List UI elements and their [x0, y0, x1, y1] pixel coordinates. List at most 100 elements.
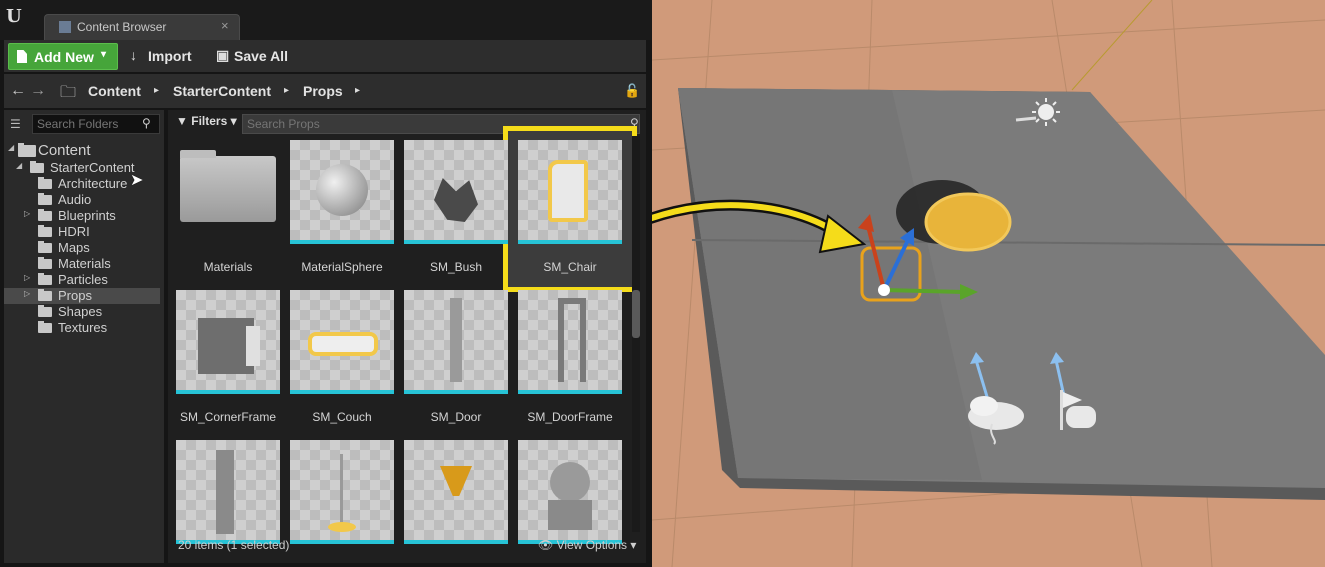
import-label: Import — [148, 48, 192, 64]
tree-item-label: Props — [58, 288, 92, 303]
add-new-button[interactable]: Add New ▾ — [8, 43, 118, 70]
sources-toggle-icon[interactable]: ☰ — [10, 117, 26, 131]
view-options-button[interactable]: 👁 View Options ▾ — [538, 538, 636, 552]
asset-tile-sm_doorframe[interactable]: SM_DoorFrame — [518, 290, 622, 438]
bowl-thumbnail-icon — [404, 440, 508, 544]
thumbnail-shape — [246, 326, 260, 366]
asset-tile-sm_cornerframe[interactable]: SM_CornerFrame — [176, 290, 280, 438]
forward-arrow-icon[interactable]: → — [30, 82, 46, 100]
close-icon[interactable]: × — [221, 18, 229, 33]
expand-arrow-icon[interactable]: ▷ — [24, 289, 30, 298]
breadcrumb-startercontent[interactable]: StarterContent — [173, 83, 271, 99]
tree-item-particles[interactable]: ▷ Particles — [4, 272, 160, 288]
tree-item-blueprints[interactable]: ▷ Blueprints — [4, 208, 160, 224]
tree-item-content[interactable]: ◢ Content — [4, 142, 160, 160]
asset-tile-bowl[interactable] — [404, 440, 508, 567]
level-viewport[interactable] — [652, 0, 1325, 567]
expand-arrow-icon[interactable]: ◢ — [8, 143, 14, 152]
thumbnail-shape — [328, 522, 356, 532]
import-button[interactable]: ↓ Import — [126, 44, 206, 69]
couch-thumbnail-icon — [290, 290, 394, 394]
back-arrow-icon[interactable]: ← — [10, 82, 26, 100]
eye-icon: 👁 — [538, 538, 554, 552]
thumbnail-shape — [434, 178, 478, 222]
doorframe-thumbnail-icon — [518, 290, 622, 394]
thumbnail-shape — [550, 462, 590, 502]
yellow-disc-mesh[interactable] — [924, 192, 1012, 252]
asset-tile-sm_door[interactable]: SM_Door — [404, 290, 508, 438]
asset-label: SM_DoorFrame — [527, 410, 613, 424]
tree-item-label: Audio — [58, 192, 92, 207]
asset-tile-materials[interactable]: Materials — [176, 140, 280, 288]
folder-icon — [38, 241, 52, 253]
thumbnail-shape — [316, 164, 368, 216]
asset-label: Materials — [203, 260, 253, 274]
scrollbar-thumb[interactable] — [632, 290, 640, 338]
thumbnail-shape — [450, 298, 462, 382]
tree-item-label: Textures — [58, 320, 108, 335]
unreal-logo-icon: U — [6, 6, 22, 27]
thumbnail-shape — [340, 454, 343, 524]
import-icon: ↓ — [130, 47, 137, 63]
view-options-label: View Options — [556, 538, 628, 552]
tree-item-materials[interactable]: Materials — [4, 256, 160, 272]
tree-item-label: Architecture — [58, 176, 128, 191]
folder-icon — [38, 321, 52, 333]
folder-icon — [38, 225, 52, 237]
title-bar: U Content Browser × — [0, 0, 652, 40]
thumbnail-shape — [180, 156, 276, 222]
breadcrumb-separator-icon[interactable]: ▸ — [355, 85, 360, 96]
lamp-thumbnail-icon — [290, 440, 394, 544]
world-axis-line — [1071, 0, 1153, 91]
asset-tile-sm_bush[interactable]: SM_Bush — [404, 140, 508, 288]
folder-tree: ☰ ⚲ ◢ Content ◢ StarterContentArchitectur… — [4, 110, 164, 563]
filter-icon: ▼ — [176, 114, 188, 128]
folder-thumbnail-icon — [176, 140, 280, 244]
tree-item-textures[interactable]: Textures — [4, 320, 160, 336]
folder-icon — [18, 143, 36, 157]
tab-content-browser[interactable]: Content Browser × — [44, 14, 240, 40]
expand-arrow-icon[interactable]: ◢ — [16, 161, 22, 170]
chevron-down-icon: ▾ — [230, 114, 237, 128]
folder-icon — [38, 177, 52, 189]
breadcrumb-content[interactable]: Content — [88, 83, 141, 99]
item-count-status: 20 items (1 selected) — [178, 538, 290, 552]
asset-tile-sm_couch[interactable]: SM_Couch — [290, 290, 394, 438]
lock-icon[interactable]: 🔓 — [624, 83, 640, 99]
asset-label: SM_Couch — [312, 410, 372, 424]
tab-label: Content Browser — [77, 20, 167, 34]
tree-item-label: Content — [38, 142, 91, 159]
folder-icon — [30, 161, 44, 173]
tree-item-hdri[interactable]: HDRI — [4, 224, 160, 240]
asset-tile-sm_chair[interactable]: SM_Chair — [518, 140, 622, 288]
tree-item-label: Maps — [58, 240, 90, 255]
folder-search-input[interactable] — [32, 114, 160, 134]
tree-item-props[interactable]: ▷ Props — [4, 288, 160, 304]
breadcrumb-separator-icon[interactable]: ▸ — [154, 85, 159, 96]
cornerframe-thumbnail-icon — [176, 290, 280, 394]
tree-item-label: Particles — [58, 272, 108, 287]
asset-tile-lamp[interactable] — [290, 440, 394, 567]
breadcrumb-separator-icon[interactable]: ▸ — [284, 85, 289, 96]
asset-label: SM_Door — [430, 410, 482, 424]
search-icon[interactable]: ⚲ — [142, 116, 151, 130]
thumbnail-shape — [308, 332, 378, 356]
tree-item-label: Materials — [58, 256, 111, 271]
tree-item-audio[interactable]: Audio — [4, 192, 160, 208]
thumbnail-shape — [548, 500, 592, 530]
asset-tile-materialsphere[interactable]: MaterialSphere — [290, 140, 394, 288]
folder-open-icon: 🗀 — [60, 84, 77, 101]
tree-item-label: StarterContent — [50, 160, 135, 175]
filters-button[interactable]: ▼ Filters ▾ — [176, 114, 237, 128]
chevron-down-icon: ▾ — [630, 538, 637, 552]
folder-icon — [38, 289, 52, 301]
expand-arrow-icon[interactable]: ▷ — [24, 273, 30, 282]
content-browser-tab-icon — [59, 21, 71, 33]
tree-item-shapes[interactable]: Shapes — [4, 304, 160, 320]
thumbnail-shape — [558, 298, 586, 382]
tree-item-maps[interactable]: Maps — [4, 240, 160, 256]
add-new-label: Add New — [34, 49, 94, 65]
save-all-button[interactable]: ▣ Save All — [212, 44, 310, 69]
breadcrumb-props[interactable]: Props — [303, 83, 343, 99]
expand-arrow-icon[interactable]: ▷ — [24, 209, 30, 218]
